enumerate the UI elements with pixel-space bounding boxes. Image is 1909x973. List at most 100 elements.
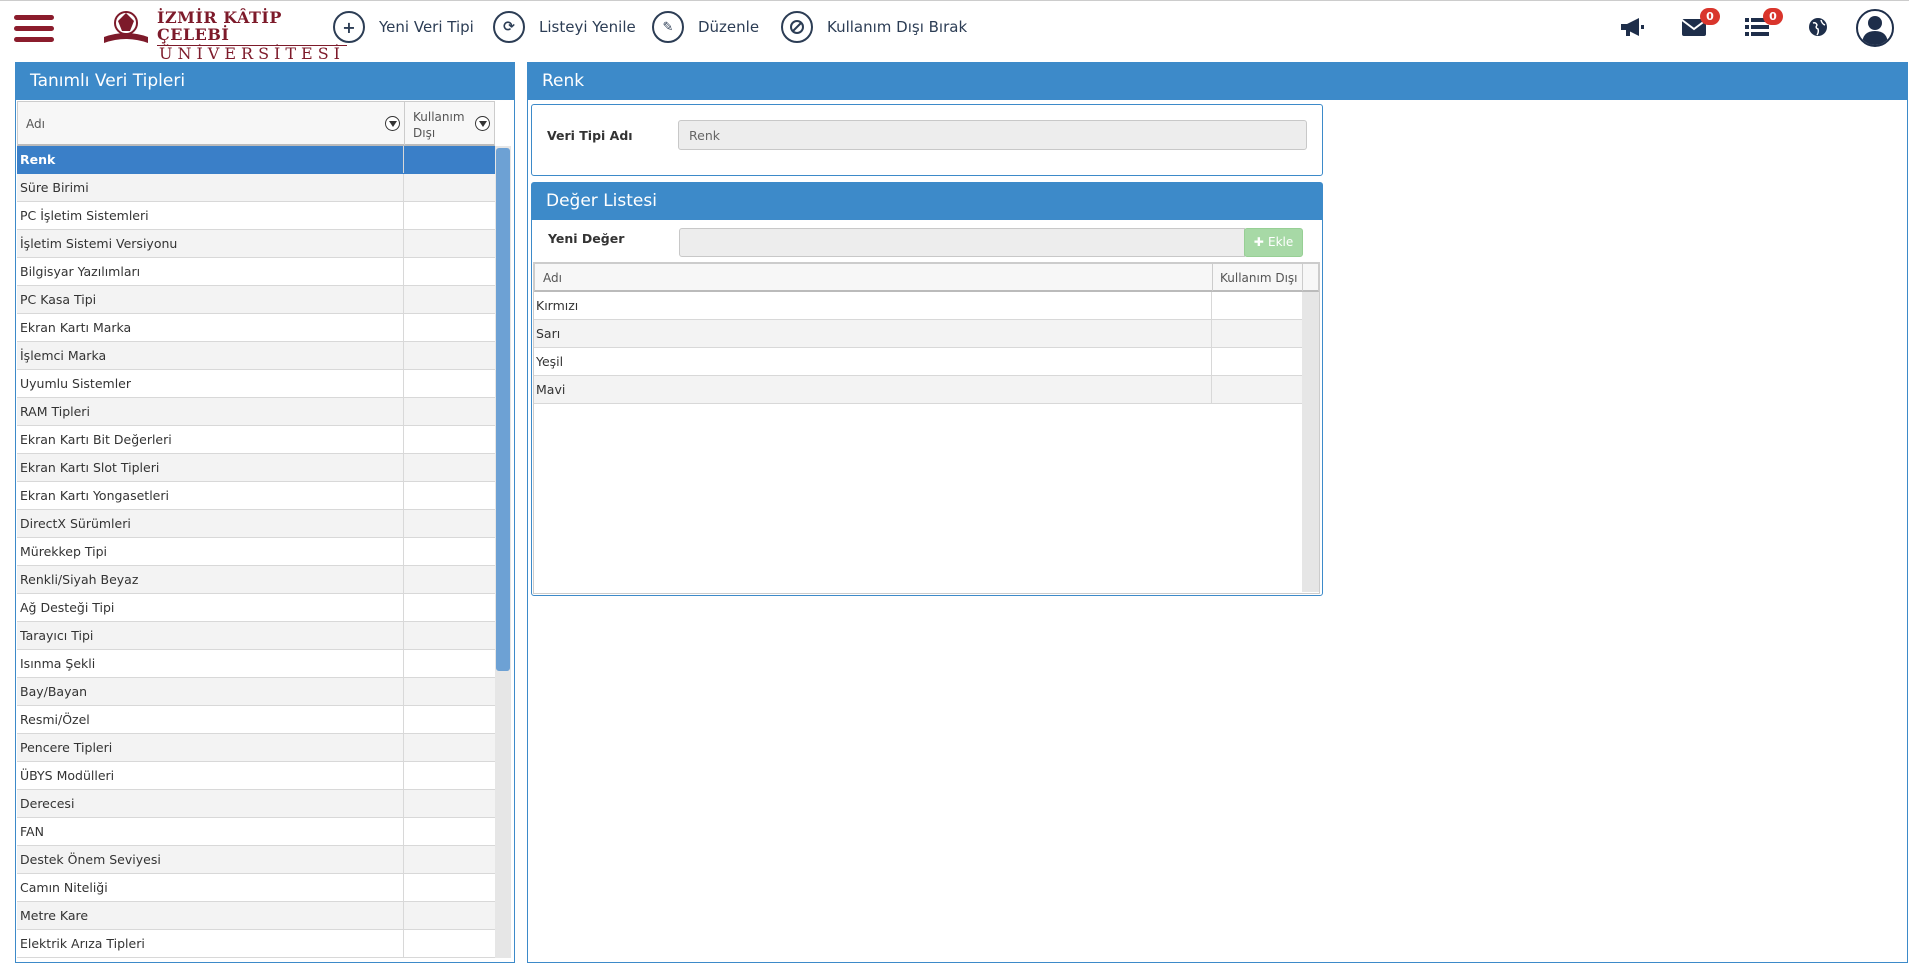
value-row[interactable]: Yeşil [534, 348, 1302, 376]
value-row[interactable]: Sarı [534, 320, 1302, 348]
logo-text-line1: İZMİR KÂTİP ÇELEBİ [157, 8, 282, 44]
row-name: Camın Niteliği [20, 880, 108, 895]
table-row[interactable]: Ekran Kartı Bit Değerleri [17, 426, 495, 454]
envelope-icon[interactable]: 0 [1678, 8, 1720, 42]
value-table-scrollbar[interactable] [1302, 292, 1319, 592]
university-logo[interactable]: İZMİR KÂTİP ÇELEBİ ÜNİVERSİTESİ [100, 7, 347, 64]
table-row[interactable]: Derecesi [17, 790, 495, 818]
left-table-header: Adı Kullanım Dışı [17, 101, 495, 146]
value-column-name[interactable]: Adı [543, 271, 562, 285]
table-row[interactable]: FAN [17, 818, 495, 846]
table-row[interactable]: Destek Önem Seviyesi [17, 846, 495, 874]
value-name: Kırmızı [536, 298, 579, 313]
row-name: PC İşletim Sistemleri [20, 208, 149, 223]
scrollbar-thumb[interactable] [496, 148, 510, 671]
table-row[interactable]: İşlemci Marka [17, 342, 495, 370]
column-header-inactive[interactable]: Kullanım Dışı [406, 102, 495, 145]
column-header-name-label: Adı [26, 117, 45, 131]
value-name: Mavi [536, 382, 566, 397]
new-value-input[interactable] [679, 228, 1245, 257]
table-row[interactable]: RAM Tipleri [17, 398, 495, 426]
table-row[interactable]: Tarayıcı Tipi [17, 622, 495, 650]
deactivate-label: Kullanım Dışı Bırak [827, 18, 968, 36]
table-row[interactable]: Renkli/Siyah Beyaz [17, 566, 495, 594]
row-name: Renk [20, 152, 56, 167]
table-row[interactable]: DirectX Sürümleri [17, 510, 495, 538]
plus-icon: ✚ [1253, 235, 1268, 249]
value-column-inactive[interactable]: Kullanım Dışı [1220, 271, 1298, 285]
row-name: Destek Önem Seviyesi [20, 852, 161, 867]
deactivate-button[interactable]: Kullanım Dışı Bırak [781, 10, 967, 44]
table-row[interactable]: Ekran Kartı Marka [17, 314, 495, 342]
row-name: Ekran Kartı Marka [20, 320, 132, 335]
list-icon[interactable]: 0 [1741, 8, 1783, 42]
value-table-body: Kırmızı Sarı Yeşil Mavi [534, 292, 1302, 592]
table-row[interactable]: PC Kasa Tipi [17, 286, 495, 314]
table-row[interactable]: Metre Kare [17, 902, 495, 930]
row-name: Isınma Şekli [20, 656, 96, 671]
table-row[interactable]: Süre Birimi [17, 174, 495, 202]
column-header-name[interactable]: Adı [18, 102, 405, 145]
row-name: Ekran Kartı Bit Değerleri [20, 432, 172, 447]
edit-button[interactable]: ✎ Düzenle [652, 10, 759, 44]
row-name: Elektrik Arıza Tipleri [20, 936, 145, 951]
row-name: Uyumlu Sistemler [20, 376, 132, 391]
refresh-list-button[interactable]: ⟳ Listeyi Yenile [493, 10, 636, 44]
row-name: Pencere Tipleri [20, 740, 113, 755]
table-row[interactable]: Camın Niteliği [17, 874, 495, 902]
pencil-icon: ✎ [652, 11, 684, 43]
table-row[interactable]: Resmi/Özel [17, 706, 495, 734]
table-row[interactable]: Ağ Desteği Tipi [17, 594, 495, 622]
row-name: Resmi/Özel [20, 712, 90, 727]
table-row[interactable]: Isınma Şekli [17, 650, 495, 678]
row-name: Metre Kare [20, 908, 89, 923]
ban-icon [781, 11, 813, 43]
megaphone-icon[interactable] [1616, 12, 1648, 42]
refresh-list-label: Listeyi Yenile [539, 18, 636, 36]
left-scrollbar[interactable] [495, 146, 511, 958]
table-row[interactable]: İşletim Sistemi Versiyonu [17, 230, 495, 258]
add-value-label: Ekle [1267, 235, 1294, 249]
value-row[interactable]: Kırmızı [534, 292, 1302, 320]
row-name: Tarayıcı Tipi [20, 628, 94, 643]
user-icon[interactable] [1856, 9, 1894, 47]
table-row[interactable]: Mürekkep Tipi [17, 538, 495, 566]
table-row[interactable]: Bilgisyar Yazılımları [17, 258, 495, 286]
row-name: DirectX Sürümleri [20, 516, 131, 531]
table-row[interactable]: Ekran Kartı Slot Tipleri [17, 454, 495, 482]
value-list-title: Değer Listesi [532, 183, 1322, 220]
table-row[interactable]: Bay/Bayan [17, 678, 495, 706]
data-type-name-input[interactable] [678, 120, 1307, 150]
row-name: Derecesi [20, 796, 75, 811]
table-row[interactable]: Ekran Kartı Yongasetleri [17, 482, 495, 510]
edit-label: Düzenle [698, 18, 760, 36]
menu-icon[interactable] [14, 15, 54, 43]
add-value-button[interactable]: ✚ Ekle [1244, 228, 1303, 257]
table-row[interactable]: ÜBYS Modülleri [17, 762, 495, 790]
plus-icon: + [333, 11, 365, 43]
row-name: Ekran Kartı Yongasetleri [20, 488, 169, 503]
row-name: Mürekkep Tipi [20, 544, 108, 559]
row-name: Ekran Kartı Slot Tipleri [20, 460, 160, 475]
table-row[interactable]: Pencere Tipleri [17, 734, 495, 762]
messages-badge: 0 [1700, 8, 1720, 25]
new-data-type-button[interactable]: + Yeni Veri Tipi [333, 10, 474, 44]
table-row[interactable]: Uyumlu Sistemler [17, 370, 495, 398]
value-row[interactable]: Mavi [534, 376, 1302, 404]
row-name: RAM Tipleri [20, 404, 90, 419]
row-name: Ağ Desteği Tipi [20, 600, 115, 615]
row-name: Süre Birimi [20, 180, 89, 195]
left-panel-title: Tanımlı Veri Tipleri [16, 63, 514, 100]
logo-text-line2: ÜNİVERSİTESİ [157, 43, 347, 64]
column-header-inactive-label: Kullanım Dışı [413, 110, 465, 140]
table-row[interactable]: Renk [17, 146, 495, 174]
detail-panel-title: Renk [528, 63, 1907, 100]
top-bar: İZMİR KÂTİP ÇELEBİ ÜNİVERSİTESİ + Yeni V… [0, 0, 1909, 64]
globe-icon[interactable] [1802, 12, 1834, 42]
row-name: PC Kasa Tipi [20, 292, 97, 307]
filter-icon[interactable] [385, 116, 400, 131]
table-row[interactable]: Elektrik Arıza Tipleri [17, 930, 495, 958]
new-data-type-label: Yeni Veri Tipi [379, 18, 474, 36]
table-row[interactable]: PC İşletim Sistemleri [17, 202, 495, 230]
filter-icon[interactable] [475, 116, 490, 131]
